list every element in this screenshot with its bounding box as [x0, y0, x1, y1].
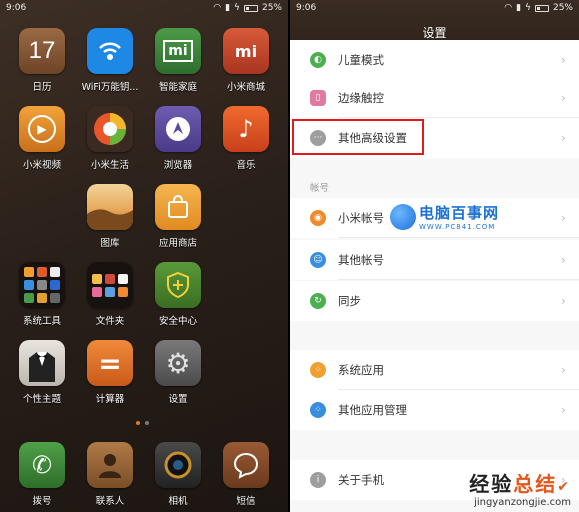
app-calculator[interactable]: = 计算器: [80, 340, 140, 405]
settings-row-other-app-management[interactable]: ⁘ 其他应用管理 ›: [290, 390, 579, 430]
sync-icon: ↻: [310, 293, 326, 309]
status-bar: 9:06 ◠ ▮ ϟ 25%: [0, 0, 288, 16]
chevron-right-icon: ›: [561, 253, 566, 267]
mi-life-icon: [87, 106, 133, 152]
app-themes[interactable]: 个性主题: [12, 340, 72, 405]
settings-row-edge-touch[interactable]: ▯ 边缘触控 ›: [290, 78, 579, 118]
settings-row-sync[interactable]: ↻ 同步 ›: [290, 281, 579, 321]
wifi-icon: ◠: [213, 3, 222, 13]
gallery-icon: [87, 184, 133, 230]
battery-icon: [243, 4, 258, 12]
app-browser[interactable]: 浏览器: [148, 106, 208, 171]
user-icon: ☺: [310, 252, 326, 268]
battery-icon: [534, 4, 549, 12]
signal-icon: ▮: [225, 3, 231, 13]
message-icon: [223, 442, 269, 488]
folder-system-tools[interactable]: 系统工具: [12, 262, 72, 327]
chevron-right-icon: ›: [561, 91, 566, 105]
folder-files[interactable]: 文件夹: [80, 262, 140, 327]
chevron-right-icon: ›: [561, 403, 566, 417]
music-icon: ♪: [223, 106, 269, 152]
settings-row-kids-mode[interactable]: ◐ 儿童模式 ›: [290, 40, 579, 80]
phone-icon: ✆: [19, 442, 65, 488]
app-music[interactable]: ♪ 音乐: [216, 106, 276, 171]
chevron-right-icon: ›: [561, 131, 566, 145]
tuxedo-icon: [19, 340, 65, 386]
app-contacts[interactable]: 联系人: [80, 442, 140, 507]
app-mi-life[interactable]: 小米生活: [80, 106, 140, 171]
shopping-bag-icon: [155, 184, 201, 230]
video-icon: ▶: [19, 106, 65, 152]
settings-screen: 9:06 ◠ ▮ ϟ 25% 设置 ◐ 儿童模式 › ▯ 边缘触控 › ··· …: [290, 0, 579, 512]
app-messages[interactable]: 短信: [216, 442, 276, 507]
checkmark-icon: ✔: [557, 479, 571, 495]
apps-grid-icon: ⁘: [310, 362, 326, 378]
battery-percent: 25%: [552, 3, 573, 13]
section-label-account: 帐号: [310, 183, 330, 194]
jyzj-watermark: 经验总结✔ jingyanzongjie.com: [469, 472, 571, 508]
gear-icon: ⚙: [155, 340, 201, 386]
app-phone[interactable]: ✆ 拨号: [12, 442, 72, 507]
app-gallery[interactable]: 图库: [80, 184, 140, 249]
mi-store-icon: mi: [223, 28, 269, 74]
home-screen: 9:06 ◠ ▮ ϟ 25% 17 日历 WiFi万能钥... mi 智能家庭 …: [0, 0, 288, 512]
status-time: 9:06: [296, 3, 317, 13]
folder-icon: [87, 262, 133, 308]
mi-account-icon: ◉: [310, 210, 326, 226]
status-time: 9:06: [6, 3, 27, 13]
smart-home-icon: mi: [155, 28, 201, 74]
pc841-logo-icon: [390, 203, 416, 230]
app-store[interactable]: 应用商店: [148, 184, 208, 249]
wifi-icon: ◠: [504, 3, 513, 13]
app-mi-video[interactable]: ▶ 小米视频: [12, 106, 72, 171]
apps-grid-icon: ⁘: [310, 402, 326, 418]
shield-icon: [155, 262, 201, 308]
chevron-right-icon: ›: [561, 53, 566, 67]
wifi-key-icon: [87, 28, 133, 74]
settings-row-system-apps[interactable]: ⁘ 系统应用 ›: [290, 350, 579, 390]
app-security[interactable]: 安全中心: [148, 262, 208, 327]
app-wifi-key[interactable]: WiFi万能钥...: [80, 28, 140, 93]
app-calendar[interactable]: 17 日历: [12, 28, 72, 93]
chevron-right-icon: ›: [561, 363, 566, 377]
page-title: 设置: [422, 26, 447, 40]
camera-icon: [155, 442, 201, 488]
calculator-icon: =: [87, 340, 133, 386]
browser-icon: [155, 106, 201, 152]
battery-percent: 25%: [261, 3, 282, 13]
chevron-right-icon: ›: [561, 294, 566, 308]
edge-touch-icon: ▯: [310, 90, 326, 106]
chevron-right-icon: ›: [561, 211, 566, 225]
app-mi-store[interactable]: mi 小米商城: [216, 28, 276, 93]
charging-icon: ϟ: [234, 3, 240, 13]
app-camera[interactable]: 相机: [148, 442, 208, 507]
calendar-icon: 17: [19, 28, 65, 74]
highlight-box: [292, 119, 424, 155]
contacts-icon: [87, 442, 133, 488]
app-smart-home[interactable]: mi 智能家庭: [148, 28, 208, 93]
pc841-watermark: 电脑百事网 WWW.PC841.COM: [390, 202, 499, 231]
info-icon: i: [310, 472, 326, 488]
charging-icon: ϟ: [525, 3, 531, 13]
kids-mode-icon: ◐: [310, 52, 326, 68]
settings-row-other-accounts[interactable]: ☺ 其他帐号 ›: [290, 240, 579, 280]
app-settings[interactable]: ⚙ 设置: [148, 340, 208, 405]
folder-icon: [19, 262, 65, 308]
status-bar: 9:06 ◠ ▮ ϟ 25%: [290, 0, 579, 16]
page-indicator: [136, 421, 149, 425]
signal-icon: ▮: [516, 3, 522, 13]
